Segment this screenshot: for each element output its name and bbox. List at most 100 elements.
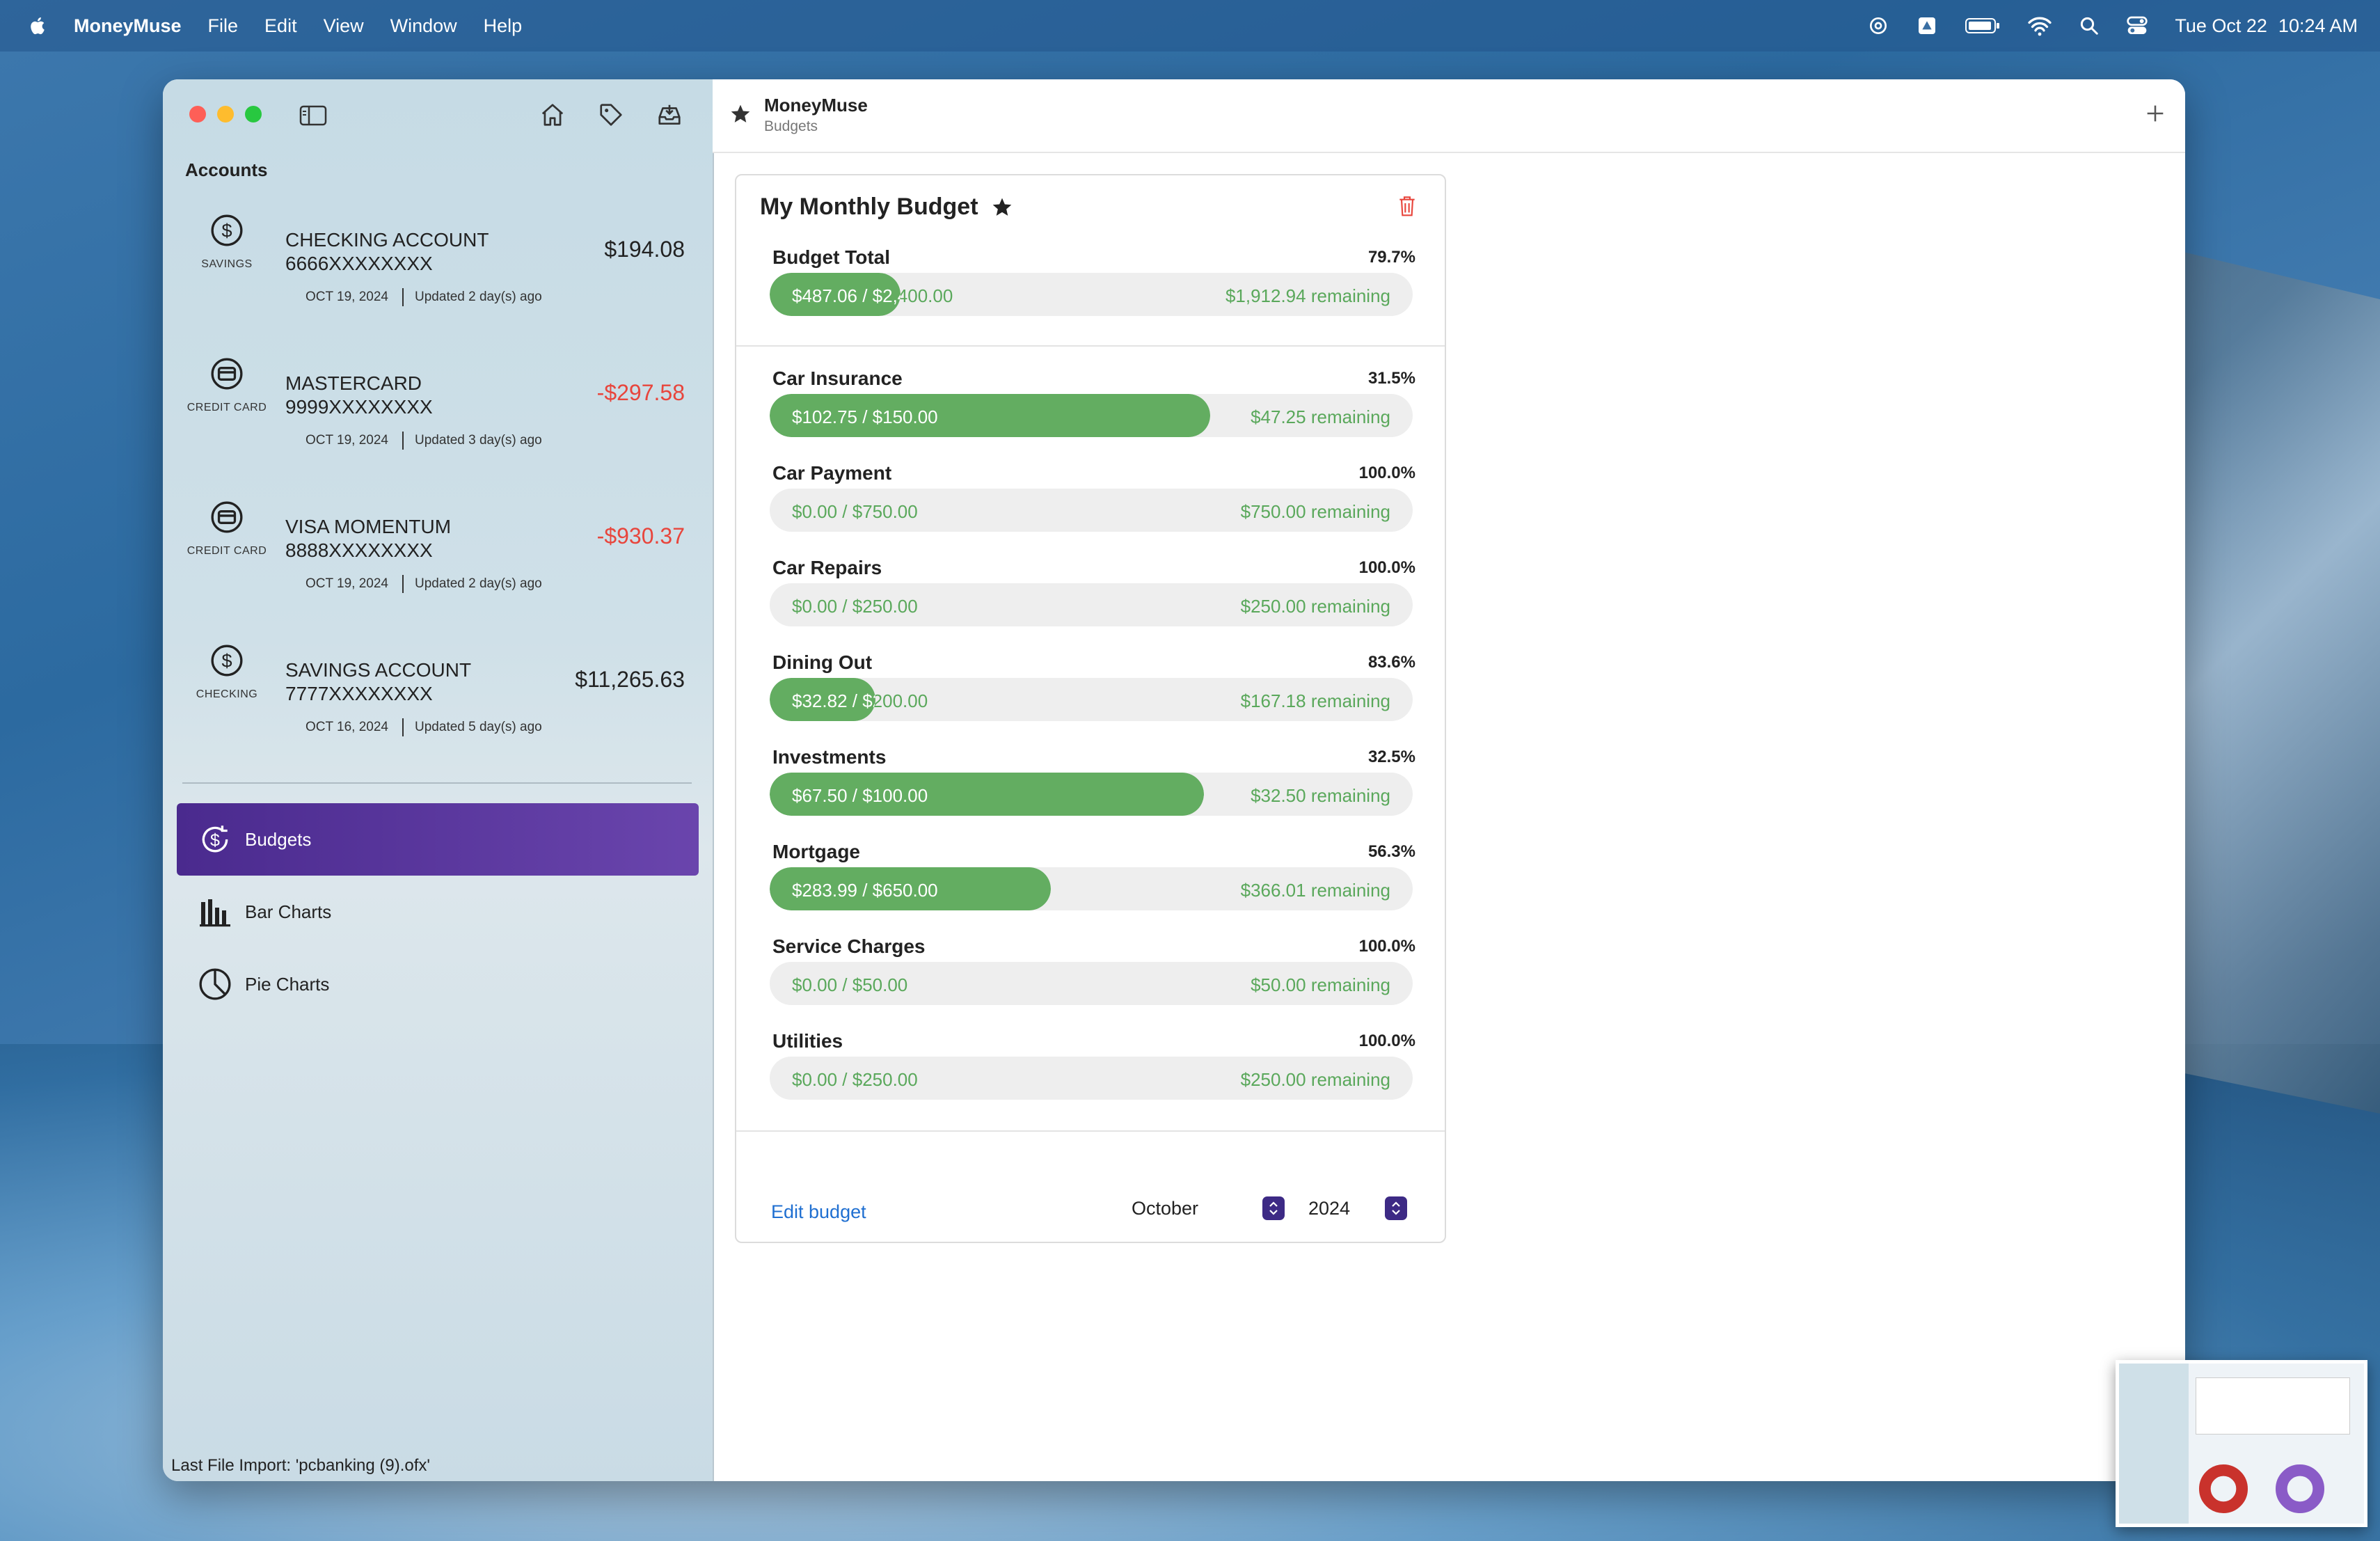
screenshot-thumbnail[interactable] <box>2116 1360 2367 1527</box>
account-updated: Updated 2 day(s) ago <box>415 290 542 304</box>
home-icon[interactable] <box>539 102 566 128</box>
account-balance: -$930.37 <box>596 523 685 548</box>
progress-track: $0.00 / $50.00$50.00 remaining$0.00 / $5… <box>770 962 1413 1005</box>
sidebar-divider <box>182 782 692 784</box>
account-balance: $11,265.63 <box>575 667 685 692</box>
sidebar-item-label: Pie Charts <box>245 973 330 995</box>
favorite-star-icon[interactable] <box>991 196 1013 219</box>
month-picker[interactable]: October <box>1132 1193 1285 1224</box>
account-number: 7777XXXXXXXX <box>285 683 433 704</box>
category-percent: 100.0% <box>1358 464 1415 482</box>
year-picker[interactable]: 2024 <box>1308 1193 1407 1224</box>
budget-category-row[interactable]: Investments 32.5% $67.50 / $100.00 $32.50 r… <box>770 746 1415 837</box>
apple-icon[interactable] <box>28 15 49 36</box>
menu-view[interactable]: View <box>324 15 364 37</box>
budget-category-row[interactable]: Dining Out 83.6% $32.82 / $200.00 $167.18 r… <box>770 651 1415 742</box>
account-name: SAVINGS ACCOUNT <box>285 659 472 681</box>
dollar-circle-icon: $ <box>211 214 243 246</box>
account-item-mastercard[interactable]: CREDIT CARD MASTERCARD 9999XXXXXXXX -$29… <box>163 356 713 496</box>
month-stepper[interactable] <box>1262 1196 1285 1220</box>
budget-category-row[interactable]: Car Insurance 31.5% $102.75 / $150.00 $47.2… <box>770 368 1415 458</box>
edit-budget-link[interactable]: Edit budget <box>771 1201 866 1223</box>
account-number: 9999XXXXXXXX <box>285 396 433 418</box>
account-item-checking[interactable]: $ SAVINGS CHECKING ACCOUNT 6666XXXXXXXX … <box>163 213 713 352</box>
month-value: October <box>1132 1197 1199 1219</box>
account-item-visa[interactable]: CREDIT CARD VISA MOMENTUM 8888XXXXXXXX -… <box>163 500 713 639</box>
spent-amount: $0.00 / $250.00 <box>792 596 918 617</box>
progress-track: $283.99 / $650.00$366.01 remaining$283.9… <box>770 867 1413 910</box>
menu-app-name[interactable]: MoneyMuse <box>74 15 182 37</box>
year-stepper[interactable] <box>1385 1196 1407 1220</box>
budget-total-name: Budget Total <box>772 246 891 268</box>
accounts-heading: Accounts <box>185 159 268 180</box>
menu-window[interactable]: Window <box>390 15 457 37</box>
minimize-window-button[interactable] <box>217 106 234 123</box>
budget-category-row[interactable]: Utilities 100.0% $0.00 / $250.00 $250.00 re… <box>770 1030 1415 1121</box>
account-item-savings[interactable]: $ CHECKING SAVINGS ACCOUNT 7777XXXXXXXX … <box>163 643 713 782</box>
category-name: Service Charges <box>772 935 926 957</box>
card-divider <box>736 1130 1445 1132</box>
account-type: SAVINGS <box>201 258 253 270</box>
sidebar-toggle-icon[interactable] <box>299 104 327 127</box>
close-window-button[interactable] <box>189 106 206 123</box>
drive-icon[interactable] <box>1916 15 1938 37</box>
control-center-icon[interactable] <box>2126 15 2148 36</box>
menu-help[interactable]: Help <box>484 15 523 37</box>
progress-track: $487.06 / $2,400.00$1,912.94 remaining$4… <box>770 273 1413 316</box>
category-name: Car Insurance <box>772 368 903 389</box>
account-updated: Updated 5 day(s) ago <box>415 720 542 734</box>
openai-icon[interactable] <box>1867 15 1889 37</box>
category-name: Dining Out <box>772 651 873 673</box>
import-tray-icon[interactable] <box>656 102 683 128</box>
menu-file[interactable]: File <box>208 15 239 37</box>
search-icon[interactable] <box>2079 15 2100 36</box>
spent-amount-overlay: $67.50 / $100.00 <box>792 785 928 806</box>
account-name: CHECKING ACCOUNT <box>285 229 489 251</box>
account-balance: -$297.58 <box>596 380 685 405</box>
bar-chart-icon <box>200 899 230 927</box>
progress-track: $32.82 / $200.00$167.18 remaining$32.82 … <box>770 678 1413 721</box>
category-percent: 100.0% <box>1358 558 1415 577</box>
meta-separator <box>402 718 404 736</box>
trash-icon[interactable] <box>1397 195 1417 217</box>
add-icon[interactable] <box>2143 102 2167 125</box>
tag-icon[interactable] <box>597 102 625 128</box>
wifi-icon[interactable] <box>2027 15 2052 36</box>
budget-category-row[interactable]: Car Repairs 100.0% $0.00 / $250.00 $250.00 … <box>770 557 1415 647</box>
donut-chart-icon <box>2199 1464 2248 1513</box>
remaining-amount: $1,912.94 remaining <box>1225 285 1390 306</box>
account-number: 6666XXXXXXXX <box>285 253 433 274</box>
zoom-window-button[interactable] <box>245 106 262 123</box>
meta-separator <box>402 288 404 306</box>
account-type: CREDIT CARD <box>187 402 267 413</box>
menu-edit[interactable]: Edit <box>264 15 297 37</box>
category-name: Utilities <box>772 1030 843 1052</box>
star-icon[interactable] <box>729 103 752 125</box>
sidebar-item-budgets[interactable]: $ Budgets <box>177 803 699 876</box>
menubar-date[interactable]: Tue Oct 22 <box>2175 15 2267 37</box>
budget-category-row[interactable]: Mortgage 56.3% $283.99 / $650.00 $366.01 re… <box>770 841 1415 931</box>
app-window: Accounts $ SAVINGS CHECKING ACCOUNT 6666… <box>163 79 2185 1481</box>
menubar-time[interactable]: 10:24 AM <box>2278 15 2358 37</box>
budget-category-row[interactable]: Service Charges 100.0% $0.00 / $50.00 $50.0… <box>770 935 1415 1026</box>
category-percent: 32.5% <box>1367 748 1415 766</box>
budget-refresh-icon: $ <box>202 825 228 853</box>
remaining-amount: $32.50 remaining <box>1251 785 1390 806</box>
progress-track: $0.00 / $250.00$250.00 remaining$0.00 / … <box>770 1057 1413 1100</box>
chevron-updown-icon <box>1392 1201 1400 1215</box>
remaining-amount: $167.18 remaining <box>1240 690 1390 711</box>
sidebar-item-label: Budgets <box>245 828 312 850</box>
budget-card: My Monthly Budget Budget Total 79.7% $487.… <box>735 174 1446 1243</box>
sidebar-item-pie-charts[interactable]: Pie Charts <box>177 948 699 1020</box>
account-updated: Updated 3 day(s) ago <box>415 433 542 448</box>
progress-track: $67.50 / $100.00$32.50 remaining$67.50 /… <box>770 773 1413 816</box>
category-percent: 100.0% <box>1358 1032 1415 1050</box>
sidebar-item-bar-charts[interactable]: Bar Charts <box>177 876 699 948</box>
sidebar-item-label: Bar Charts <box>245 901 332 922</box>
account-date: OCT 19, 2024 <box>306 290 389 304</box>
battery-icon[interactable] <box>1965 16 2001 35</box>
sidebar: Accounts $ SAVINGS CHECKING ACCOUNT 6666… <box>163 79 714 1481</box>
budget-category-row[interactable]: Car Payment 100.0% $0.00 / $750.00 $750.00 … <box>770 462 1415 553</box>
category-name: Investments <box>772 746 887 768</box>
category-name: Mortgage <box>772 841 860 862</box>
